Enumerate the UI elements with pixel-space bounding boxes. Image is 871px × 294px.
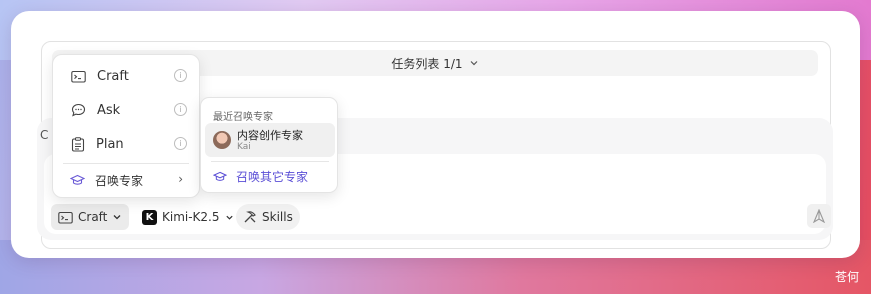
avatar [213,131,231,149]
terminal-folder-icon [58,211,73,224]
chevron-right-icon: › [178,172,183,186]
chat-bubble-icon [71,103,86,117]
mode-item-label: Craft [97,68,129,84]
hammer-pick-icon [244,211,256,223]
summon-expert-label: 召唤专家 [95,173,144,188]
model-select-label: Kimi-K2.5 [162,210,220,224]
mode-item-label: Ask [97,102,121,118]
recent-experts-heading: 最近召唤专家 [213,112,273,123]
chevron-down-icon [470,61,477,66]
expert-submenu: 最近召唤专家 内容创作专家 Kai 召唤其它专家 [200,97,338,193]
expert-name: 内容创作专家 [237,129,303,142]
expert-item-content-creator[interactable]: 内容创作专家 Kai [205,123,335,157]
summon-other-experts-button[interactable]: 召唤其它专家 [213,166,308,186]
menu-divider [63,163,189,164]
chevron-down-icon [225,215,233,220]
info-icon[interactable]: i [174,137,187,150]
send-button[interactable] [807,204,831,228]
mode-item-craft[interactable]: Craft i [61,61,193,91]
model-select-button[interactable]: K Kimi-K2.5 [135,204,241,230]
task-list-label: 任务列表 1/1 [391,56,463,71]
composer-partial-text: C [40,128,49,142]
graduation-cap-icon [213,171,227,181]
clipboard-list-icon [71,136,85,152]
info-icon[interactable]: i [174,69,187,82]
mode-select-label: Craft [78,210,108,224]
info-icon[interactable]: i [174,103,187,116]
skills-button[interactable]: Skills [236,204,300,230]
composer-toolbar: Craft K Kimi-K2.5 Skills [51,204,831,230]
chevron-down-icon [113,215,121,220]
mode-item-plan[interactable]: Plan i [61,129,193,159]
summon-expert-item[interactable]: 召唤专家 › [61,167,193,193]
send-arrow-icon [813,209,825,223]
mode-item-label: Plan [96,136,124,152]
watermark-text: 苍何 [835,270,860,284]
graduation-cap-icon [70,174,85,185]
mode-select-button[interactable]: Craft [51,204,130,230]
expert-subtitle: Kai [237,142,251,152]
skills-label: Skills [262,210,293,224]
summon-other-experts-label: 召唤其它专家 [236,169,309,184]
mode-menu: Craft i Ask i Plan i 召唤专家 › [52,54,200,198]
kimi-logo-icon: K [142,209,157,225]
menu-divider [211,161,329,162]
mode-item-ask[interactable]: Ask i [61,95,193,125]
terminal-folder-icon [71,70,86,83]
